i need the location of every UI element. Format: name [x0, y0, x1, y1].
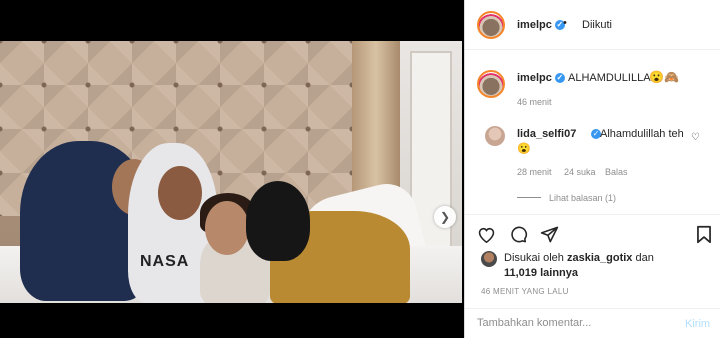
commenter-avatar[interactable] [485, 126, 505, 146]
person-girl-face [205, 201, 249, 255]
share-icon [540, 226, 558, 242]
caption-author-avatar[interactable] [477, 70, 505, 98]
bookmark-icon [697, 225, 711, 243]
shirt-print: NASA [140, 253, 190, 270]
comment-bubble-icon[interactable] [507, 223, 529, 245]
carousel-next-button[interactable]: ❯ [434, 206, 456, 228]
heart-icon [478, 227, 494, 243]
commenter-username[interactable]: lida_selfi07 [517, 128, 576, 140]
comment-text: Alhamdulillah teh [600, 128, 684, 140]
person-boy-face [158, 166, 202, 220]
comment-likes[interactable]: 24 suka [564, 167, 596, 177]
post-header: imelpc ✓ • Diikuti [465, 0, 720, 50]
like-heart-icon[interactable] [475, 223, 497, 245]
follow-status-button[interactable]: Diikuti [582, 19, 612, 31]
likes-others[interactable]: lainnya [540, 267, 578, 279]
view-replies-button[interactable]: Lihat balasan (1) [549, 193, 616, 203]
author-username-text[interactable]: imelpc [517, 19, 552, 31]
comment-emoji: 😮 [517, 143, 531, 155]
comment-reply-button[interactable]: Balas [605, 167, 628, 177]
post-photo[interactable]: NASA ❯ [0, 41, 462, 303]
likes-count[interactable]: 11,019 [504, 267, 537, 279]
bookmark-save-icon[interactable] [693, 223, 715, 245]
replies-divider-line [517, 197, 541, 198]
liked-by-and: dan [635, 252, 654, 264]
comment-icon [510, 226, 527, 242]
separator-dot: • [563, 17, 567, 29]
author-avatar[interactable] [477, 11, 505, 39]
caption-username-text[interactable]: imelpc [517, 72, 552, 84]
caption-username[interactable]: imelpc ✓ [517, 72, 565, 84]
author-username[interactable]: imelpc ✓ [517, 19, 565, 31]
liker-avatar[interactable] [481, 251, 497, 267]
person-woman-hijab [246, 181, 310, 261]
caption-time[interactable]: 46 menit [517, 97, 552, 107]
action-bar [465, 214, 720, 254]
liked-by-user[interactable]: zaskia_gotix [567, 252, 632, 264]
post-side-panel: imelpc ✓ • Diikuti imelpc ✓ ALHAMDULILLAH … [464, 0, 720, 338]
comment-time[interactable]: 28 menit [517, 167, 552, 177]
caption-text: ALHAMDULILLAH [568, 72, 659, 84]
share-paper-plane-icon[interactable] [538, 223, 560, 245]
liked-by-summary[interactable]: Disukai oleh zaskia_gotix dan 11,019 lai… [504, 251, 654, 281]
comment-like-heart-icon[interactable]: ♡ [691, 132, 700, 143]
send-comment-button[interactable]: Kirim [685, 318, 710, 330]
caption-emoji: 😮🙈 [649, 70, 679, 84]
verified-badge-icon: ✓ [554, 73, 565, 84]
post-timestamp[interactable]: 46 MENIT YANG LALU [481, 287, 569, 296]
liked-by-prefix: Disukai oleh [504, 252, 564, 264]
comment-input[interactable] [477, 313, 667, 333]
chevron-right-icon: ❯ [439, 210, 451, 224]
